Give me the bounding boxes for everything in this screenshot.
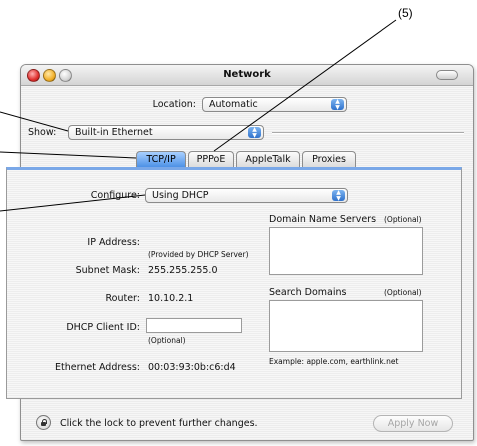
location-label: Location: [152, 99, 196, 110]
search-domains-optional: (Optional) [384, 288, 422, 297]
configure-popup[interactable]: Using DHCP ▲ ▼ [145, 188, 348, 203]
configure-value: Using DHCP [152, 190, 209, 201]
tab-proxies[interactable]: Proxies [302, 151, 356, 167]
ip-address-label: IP Address: [87, 237, 140, 248]
router-label: Router: [105, 293, 140, 304]
location-value: Automatic [209, 99, 258, 110]
popup-arrows-icon: ▲ ▼ [331, 99, 344, 110]
search-domains-title: Search Domains [269, 287, 347, 298]
search-domains-example: Example: apple.com, earthlink.net [269, 357, 399, 366]
ethernet-address-value: 00:03:93:0b:c6:d4 [148, 362, 236, 373]
dns-title: Domain Name Servers [269, 214, 377, 225]
router-value: 10.10.2.1 [148, 293, 194, 304]
lock-button[interactable] [36, 415, 51, 430]
subnet-mask-label: Subnet Mask: [75, 265, 140, 276]
toolbar-toggle-button[interactable] [436, 70, 458, 80]
lock-text: Click the lock to prevent further change… [60, 418, 258, 429]
tab-pppoe[interactable]: PPPoE [188, 151, 234, 167]
subnet-mask-value: 255.255.255.0 [148, 265, 218, 276]
dhcp-client-id-field[interactable] [146, 318, 242, 333]
title-bar[interactable]: Network [21, 65, 473, 86]
tab-tcpip[interactable]: TCP/IP [136, 151, 186, 167]
show-popup[interactable]: Built-in Ethernet ▲ ▼ [68, 125, 264, 140]
dns-optional: (Optional) [384, 215, 422, 224]
search-domains-field[interactable] [269, 300, 423, 352]
dhcp-client-id-note: (Optional) [148, 336, 186, 345]
lock-icon [41, 422, 46, 426]
show-label: Show: [28, 127, 57, 138]
configure-label: Configure: [90, 190, 140, 201]
show-value: Built-in Ethernet [75, 127, 153, 138]
dhcp-client-id-label: DHCP Client ID: [66, 322, 140, 333]
tab-appletalk[interactable]: AppleTalk [236, 151, 300, 167]
show-separator [272, 132, 464, 134]
ip-address-note: (Provided by DHCP Server) [148, 250, 249, 259]
apply-now-button[interactable]: Apply Now [373, 415, 453, 432]
dns-servers-field[interactable] [269, 227, 423, 275]
window-title: Network [223, 69, 271, 80]
ethernet-address-label: Ethernet Address: [55, 362, 140, 373]
popup-arrows-icon: ▲ ▼ [332, 190, 345, 201]
popup-arrows-icon: ▲ ▼ [248, 127, 261, 138]
callout-number: (5) [398, 6, 413, 20]
location-popup[interactable]: Automatic ▲ ▼ [202, 97, 347, 112]
